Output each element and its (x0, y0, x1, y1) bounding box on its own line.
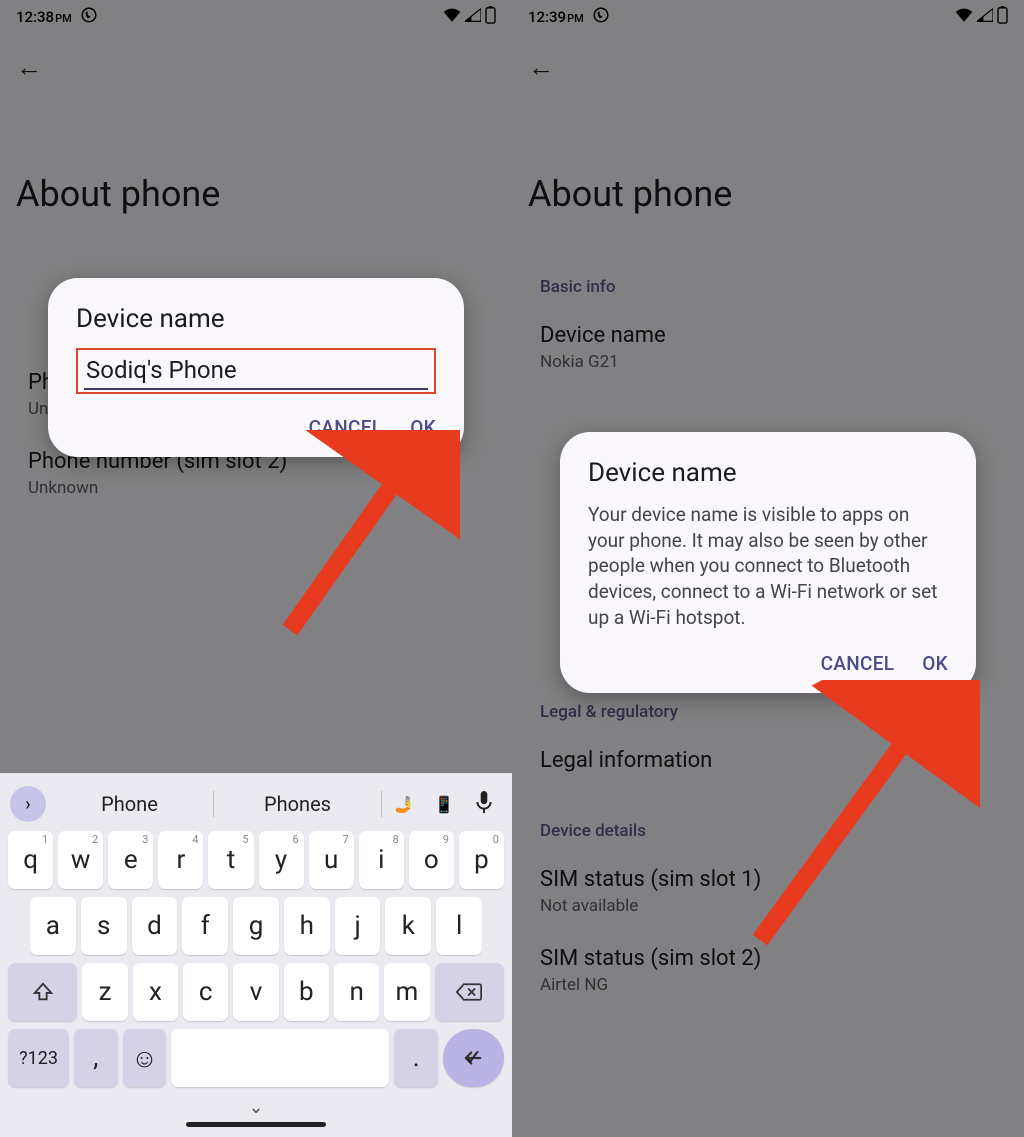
key-h[interactable]: h (284, 897, 330, 955)
mic-icon[interactable] (466, 791, 502, 817)
key-t[interactable]: t5 (208, 831, 253, 889)
key-m[interactable]: m (384, 963, 429, 1021)
key-z[interactable]: z (82, 963, 127, 1021)
backspace-key[interactable] (435, 963, 504, 1021)
cancel-button[interactable]: CANCEL (309, 416, 383, 439)
key-f[interactable]: f (182, 897, 228, 955)
suggestion[interactable]: Phones (218, 792, 377, 816)
key-o[interactable]: o9 (409, 831, 454, 889)
key-l[interactable]: l (436, 897, 482, 955)
key-v[interactable]: v (233, 963, 278, 1021)
expand-suggestions-button[interactable]: › (10, 786, 46, 822)
collapse-keyboard-icon[interactable]: ⌄ (248, 1097, 263, 1118)
key-i[interactable]: i8 (359, 831, 404, 889)
key-n[interactable]: n (334, 963, 379, 1021)
key-g[interactable]: g (233, 897, 279, 955)
left-screenshot: 12:38PM ← About phone . Phone number (si… (0, 0, 512, 1137)
key-k[interactable]: k (385, 897, 431, 955)
dialog-title: Device name (588, 458, 948, 488)
key-y[interactable]: y6 (259, 831, 304, 889)
dialog-title: Device name (76, 304, 436, 334)
suggestion[interactable]: Phone (50, 792, 209, 816)
ok-button[interactable]: OK (410, 416, 436, 439)
ok-button[interactable]: OK (922, 652, 948, 675)
key-s[interactable]: s (81, 897, 127, 955)
emoji-suggestion[interactable]: 📱 (426, 795, 462, 814)
key-j[interactable]: j (335, 897, 381, 955)
emoji-key[interactable]: ☺ (123, 1029, 167, 1087)
period-key[interactable]: . (394, 1029, 438, 1087)
key-w[interactable]: w2 (58, 831, 103, 889)
key-r[interactable]: r4 (158, 831, 203, 889)
key-c[interactable]: c (183, 963, 228, 1021)
nav-pill[interactable] (186, 1122, 326, 1127)
input-highlight (76, 348, 436, 394)
key-u[interactable]: u7 (309, 831, 354, 889)
key-x[interactable]: x (133, 963, 178, 1021)
device-name-input[interactable] (84, 356, 428, 390)
device-name-info-dialog: Device name Your device name is visible … (560, 432, 976, 693)
key-d[interactable]: d (132, 897, 178, 955)
device-name-edit-dialog: Device name CANCEL OK (48, 278, 464, 457)
key-e[interactable]: e3 (108, 831, 153, 889)
shift-key[interactable] (8, 963, 77, 1021)
space-key[interactable] (171, 1029, 389, 1087)
comma-key[interactable]: , (74, 1029, 118, 1087)
symbols-key[interactable]: ?123 (8, 1029, 69, 1087)
key-a[interactable]: a (30, 897, 76, 955)
key-p[interactable]: p0 (459, 831, 504, 889)
key-q[interactable]: q1 (8, 831, 53, 889)
right-screenshot: 12:39PM ← About phone Basic info Device … (512, 0, 1024, 1137)
key-b[interactable]: b (284, 963, 329, 1021)
enter-key[interactable]: ✓ (443, 1029, 504, 1087)
emoji-suggestion[interactable]: 🤳 (386, 795, 422, 814)
cancel-button[interactable]: CANCEL (821, 652, 895, 675)
keyboard: › Phone Phones 🤳 📱 q1w2e3r4t5y6u7i8o9p0 … (0, 773, 512, 1137)
dialog-body: Your device name is visible to apps on y… (588, 502, 948, 630)
